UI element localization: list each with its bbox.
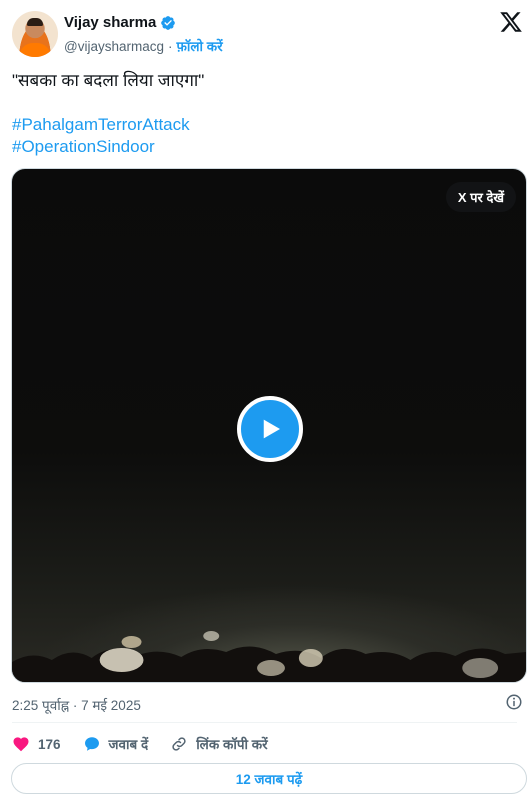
copy-link-button[interactable]: लिंक कॉपी करें	[170, 735, 268, 753]
reply-label: जवाब दें	[108, 737, 149, 752]
like-count: 176	[38, 736, 61, 752]
follow-button[interactable]: फ़ॉलो करें	[176, 37, 222, 55]
video-thumbnail-crowd	[12, 631, 526, 682]
view-on-x-button[interactable]: X पर देखें	[445, 182, 516, 212]
info-icon[interactable]	[505, 693, 523, 711]
author-handle[interactable]: @vijaysharmacg	[64, 39, 164, 54]
reply-bubble-icon	[84, 737, 99, 751]
avatar-scarf	[19, 43, 51, 57]
copy-link-label: लिंक कॉपी करें	[196, 737, 268, 752]
heart-icon	[13, 737, 29, 752]
video-player[interactable]: X पर देखें	[11, 168, 527, 683]
reply-button[interactable]: जवाब दें	[83, 735, 149, 753]
avatar[interactable]	[12, 11, 58, 57]
author-name[interactable]: Vijay sharma	[64, 14, 156, 31]
x-logo-icon[interactable]	[499, 10, 523, 34]
tweet-embed-card: Vijay sharma @vijaysharmacg · फ़ॉलो करें…	[0, 0, 529, 796]
link-icon	[172, 737, 186, 751]
divider	[12, 722, 517, 723]
play-button[interactable]	[237, 396, 303, 462]
tweet-text: "सबका का बदला लिया जाएगा"	[12, 71, 205, 90]
read-replies-button[interactable]: 12 जवाब पढ़ें	[11, 763, 527, 794]
tweet-actions: 176 जवाब दें लिंक कॉपी करें	[12, 733, 290, 755]
separator-dot: ·	[167, 38, 173, 54]
play-icon	[263, 419, 280, 439]
hashtag-link[interactable]: #PahalgamTerrorAttack	[12, 114, 190, 136]
hashtag-link[interactable]: #OperationSindoor	[12, 136, 155, 158]
author-handle-row: @vijaysharmacg · फ़ॉलो करें	[64, 37, 223, 55]
author-name-row: Vijay sharma	[64, 14, 176, 31]
tweet-timestamp[interactable]: 2:25 पूर्वाह्न · 7 मई 2025	[12, 696, 141, 714]
avatar-hair	[27, 18, 43, 26]
like-button[interactable]: 176	[12, 735, 61, 753]
verified-badge-icon	[161, 15, 176, 30]
